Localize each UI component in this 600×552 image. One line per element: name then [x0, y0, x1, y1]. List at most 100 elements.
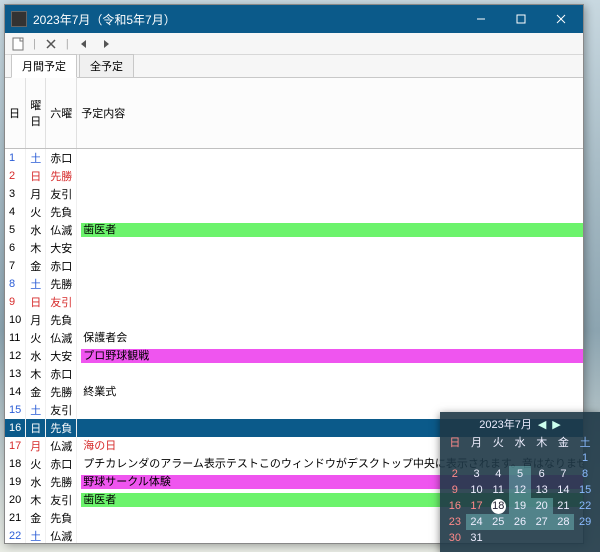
- mini-day[interactable]: 30: [444, 530, 466, 546]
- table-row[interactable]: 5水仏滅歯医者: [5, 221, 583, 239]
- cell-event[interactable]: [77, 257, 583, 275]
- mini-day[interactable]: 29: [574, 514, 596, 530]
- col-day[interactable]: 日: [5, 78, 26, 149]
- col-event[interactable]: 予定内容: [77, 78, 583, 149]
- cell-event[interactable]: [77, 239, 583, 257]
- table-row[interactable]: 2日先勝: [5, 167, 583, 185]
- mini-day[interactable]: [509, 530, 531, 546]
- cell-event[interactable]: 歯医者: [77, 221, 583, 239]
- mini-day[interactable]: [487, 530, 509, 546]
- cell-event[interactable]: [77, 149, 583, 168]
- mini-day[interactable]: [466, 450, 488, 466]
- mini-day[interactable]: [553, 450, 575, 466]
- mini-day[interactable]: 6: [531, 466, 553, 482]
- mini-day[interactable]: 15: [574, 482, 596, 498]
- cell-day: 9: [5, 293, 26, 311]
- mini-day[interactable]: 2: [444, 466, 466, 482]
- cell-event[interactable]: [77, 311, 583, 329]
- titlebar[interactable]: 2023年7月（令和5年7月）: [5, 5, 583, 33]
- mini-day[interactable]: [509, 450, 531, 466]
- cell-event[interactable]: [77, 275, 583, 293]
- new-button[interactable]: [11, 37, 25, 51]
- tab-all[interactable]: 全予定: [79, 54, 134, 78]
- mini-day[interactable]: 16: [444, 498, 466, 514]
- cell-rokuyo: 先勝: [46, 383, 77, 401]
- mini-day[interactable]: 31: [466, 530, 488, 546]
- delete-button[interactable]: [44, 37, 58, 51]
- event-item[interactable]: プロ野球観戦: [81, 349, 583, 363]
- minimize-button[interactable]: [461, 8, 501, 30]
- table-row[interactable]: 9日友引: [5, 293, 583, 311]
- table-row[interactable]: 14金先勝終業式: [5, 383, 583, 401]
- tab-monthly[interactable]: 月間予定: [11, 54, 77, 78]
- maximize-button[interactable]: [501, 8, 541, 30]
- event-item[interactable]: 保護者会: [81, 331, 583, 345]
- mini-day[interactable]: 24: [466, 514, 488, 530]
- mini-day[interactable]: 14: [553, 482, 575, 498]
- cell-day: 8: [5, 275, 26, 293]
- col-rokuyo[interactable]: 六曜: [46, 78, 77, 149]
- cell-event[interactable]: [77, 203, 583, 221]
- mini-day[interactable]: 26: [509, 514, 531, 530]
- mini-day[interactable]: [444, 450, 466, 466]
- next-month-button[interactable]: [99, 37, 113, 51]
- event-item[interactable]: 歯医者: [81, 223, 583, 237]
- mini-day[interactable]: 22: [574, 498, 596, 514]
- cell-event[interactable]: プロ野球観戦: [77, 347, 583, 365]
- mini-day[interactable]: 21: [553, 498, 575, 514]
- mini-day[interactable]: 17: [466, 498, 488, 514]
- mini-next-button[interactable]: ▶: [552, 418, 560, 431]
- mini-day[interactable]: 10: [466, 482, 488, 498]
- cell-event[interactable]: [77, 185, 583, 203]
- cell-event[interactable]: 保護者会: [77, 329, 583, 347]
- mini-day[interactable]: 4: [487, 466, 509, 482]
- cell-event[interactable]: [77, 365, 583, 383]
- mini-day[interactable]: 23: [444, 514, 466, 530]
- cell-weekday: 月: [26, 185, 46, 203]
- table-row[interactable]: 6木大安: [5, 239, 583, 257]
- mini-day[interactable]: 8: [574, 466, 596, 482]
- cell-event[interactable]: [77, 167, 583, 185]
- cell-weekday: 金: [26, 383, 46, 401]
- cell-rokuyo: 仏滅: [46, 221, 77, 239]
- table-row[interactable]: 1土赤口: [5, 149, 583, 168]
- mini-day[interactable]: 28: [553, 514, 575, 530]
- table-row[interactable]: 3月友引: [5, 185, 583, 203]
- mini-day[interactable]: [531, 530, 553, 546]
- table-row[interactable]: 13木赤口: [5, 365, 583, 383]
- mini-day[interactable]: 1: [574, 450, 596, 466]
- mini-day[interactable]: 7: [553, 466, 575, 482]
- mini-day[interactable]: 13: [531, 482, 553, 498]
- mini-day[interactable]: 20: [531, 498, 553, 514]
- close-button[interactable]: [541, 8, 581, 30]
- table-row[interactable]: 12水大安プロ野球観戦: [5, 347, 583, 365]
- cell-event[interactable]: [77, 293, 583, 311]
- mini-day[interactable]: 9: [444, 482, 466, 498]
- table-row[interactable]: 7金赤口: [5, 257, 583, 275]
- mini-day[interactable]: 27: [531, 514, 553, 530]
- table-row[interactable]: 11火仏滅保護者会: [5, 329, 583, 347]
- mini-calendar[interactable]: 2023年7月 ◀ ▶ 日月火水木金土 12345678910111213141…: [440, 412, 600, 552]
- mini-row: 23242526272829: [444, 514, 596, 530]
- prev-month-button[interactable]: [77, 37, 91, 51]
- table-row[interactable]: 8土先勝: [5, 275, 583, 293]
- mini-day[interactable]: 5: [509, 466, 531, 482]
- mini-day[interactable]: [487, 450, 509, 466]
- cell-event[interactable]: 終業式: [77, 383, 583, 401]
- col-weekday[interactable]: 曜日: [26, 78, 46, 149]
- table-row[interactable]: 4火先負: [5, 203, 583, 221]
- table-row[interactable]: 10月先負: [5, 311, 583, 329]
- mini-day[interactable]: [553, 530, 575, 546]
- mini-day[interactable]: 11: [487, 482, 509, 498]
- mini-day[interactable]: 19: [509, 498, 531, 514]
- mini-prev-button[interactable]: ◀: [538, 418, 546, 431]
- mini-day[interactable]: 12: [509, 482, 531, 498]
- cell-day: 6: [5, 239, 26, 257]
- mini-day[interactable]: [574, 530, 596, 546]
- mini-day[interactable]: 25: [487, 514, 509, 530]
- mini-day[interactable]: [531, 450, 553, 466]
- mini-day[interactable]: 18: [487, 498, 509, 514]
- chevron-right-icon: [101, 39, 111, 49]
- event-item[interactable]: 終業式: [81, 385, 583, 399]
- mini-day[interactable]: 3: [466, 466, 488, 482]
